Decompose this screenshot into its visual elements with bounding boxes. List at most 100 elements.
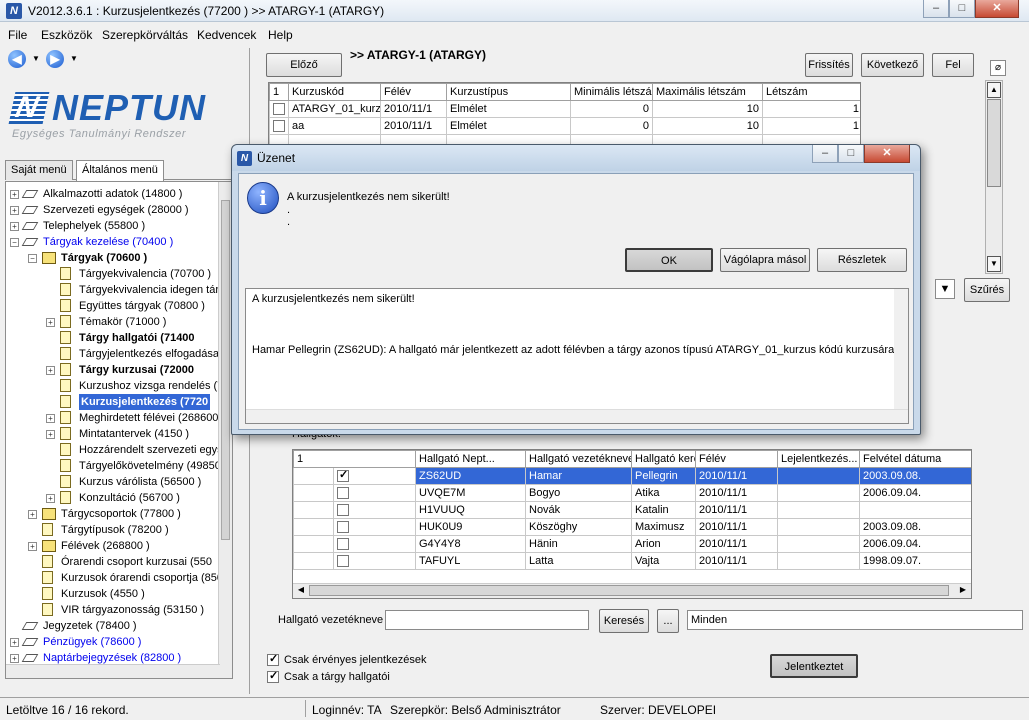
tab-own-menu[interactable]: Saját menü (5, 160, 73, 180)
minimize-button[interactable]: – (923, 0, 949, 18)
student-grid-header[interactable]: Hallgató Nept... (415, 450, 526, 468)
collapse-icon[interactable]: − (10, 238, 19, 247)
student-scroll-thumb[interactable] (309, 585, 949, 596)
doc-icon (42, 603, 53, 616)
course-grid-header[interactable]: Kurzuskód (288, 83, 381, 101)
row-checkbox[interactable] (337, 538, 349, 551)
scroll-left-arrow-icon[interactable]: ◀ (295, 585, 307, 597)
tree-item-label: Jegyzetek (78400 ) (43, 620, 137, 632)
student-grid-header[interactable]: Hallgató vezetékneve (525, 450, 632, 468)
expand-icon[interactable]: + (10, 222, 19, 231)
expand-icon[interactable]: + (46, 430, 55, 439)
search-input[interactable] (385, 610, 589, 630)
course-grid-scrollbar[interactable]: ▲ ▼ (985, 80, 1003, 274)
back-dropdown-icon[interactable]: ▼ (32, 54, 40, 63)
course-grid-header[interactable]: Félév (380, 83, 447, 101)
copy-to-clipboard-button[interactable]: Vágólapra másol (720, 248, 810, 272)
row-checkbox[interactable] (337, 487, 349, 500)
tree-vertical-scrollbar[interactable] (218, 182, 232, 678)
course-grid-header[interactable]: 1 (269, 83, 289, 101)
table-cell: Atika (631, 484, 696, 502)
table-row[interactable]: ATARGY_01_kurz 2010/11/1 Elmélet 0 10 1 (269, 100, 860, 118)
row-checkbox[interactable] (337, 555, 349, 568)
dialog-minimize-button[interactable]: – (812, 145, 838, 163)
student-grid-header[interactable]: Felvétel dátuma (859, 450, 971, 468)
checkbox-valid[interactable] (267, 652, 279, 667)
up-button[interactable]: Fel (932, 53, 974, 77)
course-grid-header[interactable]: Kurzustípus (446, 83, 571, 101)
course-grid-header[interactable]: Maximális létszám (652, 83, 763, 101)
tree-scroll-thumb[interactable] (221, 200, 230, 540)
table-row[interactable]: HUK0U9 Köszöghy Maximusz 2010/11/1 2003.09.0… (293, 518, 971, 536)
student-grid-header[interactable]: Félév (695, 450, 778, 468)
register-button[interactable]: Jelentkeztet (770, 654, 858, 678)
close-button[interactable]: ✕ (975, 0, 1019, 18)
table-cell (777, 518, 860, 536)
scroll-down-arrow-icon[interactable]: ▼ (987, 256, 1001, 272)
menu-role-switch[interactable]: Szerepkörváltás (102, 28, 188, 42)
expand-icon[interactable]: + (28, 542, 37, 551)
menu-tools[interactable]: Eszközök (41, 28, 92, 42)
filter-select[interactable]: Minden (687, 610, 1023, 630)
tab-general-menu[interactable]: Általános menü (76, 160, 164, 181)
dialog-maximize-button[interactable]: □ (838, 145, 864, 163)
table-cell: Vajta (631, 552, 696, 570)
filter-button[interactable]: Szűrés (964, 278, 1010, 302)
checkbox-subject[interactable] (267, 669, 279, 684)
menu-help[interactable]: Help (268, 28, 293, 42)
table-row[interactable]: UVQE7MBogyoAtika2010/11/12006.09.04.Logi… (293, 484, 971, 502)
table-row[interactable]: ZS62UDHamarPellegrin2010/11/1 2003.09.08.… (293, 467, 971, 485)
row-checkbox[interactable] (337, 469, 349, 483)
row-checkbox[interactable] (273, 120, 285, 133)
student-grid-hscrollbar[interactable]: ◀ ▶ (293, 583, 971, 598)
prev-button[interactable]: Előző (266, 53, 342, 77)
expand-icon[interactable]: + (10, 206, 19, 215)
dialog-close-button[interactable]: ✕ (864, 145, 910, 163)
course-scroll-thumb[interactable] (987, 99, 1001, 187)
details-horizontal-scrollbar[interactable] (246, 409, 908, 423)
forward-arrow-icon[interactable]: ▶ (46, 50, 64, 68)
pin-icon[interactable]: ⌀ (990, 60, 1006, 76)
expand-icon[interactable]: + (46, 318, 55, 327)
search-button[interactable]: Keresés (599, 609, 649, 633)
next-button[interactable]: Következő (861, 53, 924, 77)
scroll-right-arrow-icon[interactable]: ▶ (957, 585, 969, 597)
expand-icon[interactable]: + (46, 494, 55, 503)
row-checkbox[interactable] (337, 504, 349, 517)
refresh-button[interactable]: Frissítés (805, 53, 853, 77)
menu-favorites[interactable]: Kedvencek (197, 28, 256, 42)
details-vertical-scrollbar[interactable] (894, 289, 908, 409)
table-cell: 2003.09.08. (859, 518, 971, 536)
row-checkbox[interactable] (273, 103, 285, 116)
student-grid-header[interactable]: 1 (293, 450, 416, 468)
course-grid-header[interactable]: Minimális létszá... (570, 83, 653, 101)
expand-icon[interactable]: + (46, 414, 55, 423)
student-grid-header[interactable]: Hallgató keresztneve (631, 450, 696, 468)
student-grid-header[interactable]: Lejelentkezés... (777, 450, 860, 468)
expand-icon[interactable]: + (28, 510, 37, 519)
table-cell: HUK0U9 (415, 518, 526, 536)
scroll-up-arrow-icon[interactable]: ▲ (987, 82, 1001, 98)
forward-dropdown-icon[interactable]: ▼ (70, 54, 78, 63)
row-checkbox[interactable] (337, 521, 349, 534)
expand-icon[interactable]: + (10, 654, 19, 663)
table-row[interactable]: TAFUYLLattaVajta2010/11/11998.09.07.Magy… (293, 552, 971, 570)
table-row[interactable]: aa 2010/11/1 Elmélet 0 10 1 (269, 117, 860, 135)
menu-file[interactable]: File (8, 28, 27, 42)
table-row[interactable]: G4Y4Y8HäninArion2010/11/12006.09.04.Álla… (293, 535, 971, 553)
details-textbox[interactable]: A kurzusjelentkezés nem sikerült! Hamar … (245, 288, 909, 424)
tree-horizontal-scrollbar[interactable] (6, 664, 220, 678)
filter-dropdown-arrow[interactable]: ▼ (935, 279, 955, 299)
details-button[interactable]: Részletek (817, 248, 907, 272)
back-arrow-icon[interactable]: ◀ (8, 50, 26, 68)
expand-icon[interactable]: + (46, 366, 55, 375)
maximize-button[interactable]: □ (949, 0, 975, 18)
tree-item-label: Mintatantervek (4150 ) (79, 428, 190, 440)
table-row[interactable]: H1VUUQNovákKatalin2010/11/1Francia - mag… (293, 501, 971, 519)
ok-button[interactable]: OK (625, 248, 713, 272)
expand-icon[interactable]: + (10, 190, 19, 199)
collapse-icon[interactable]: − (28, 254, 37, 263)
expand-icon[interactable]: + (10, 638, 19, 647)
ellipsis-button[interactable]: ... (657, 609, 679, 633)
course-grid-header[interactable]: Létszám (762, 83, 860, 101)
